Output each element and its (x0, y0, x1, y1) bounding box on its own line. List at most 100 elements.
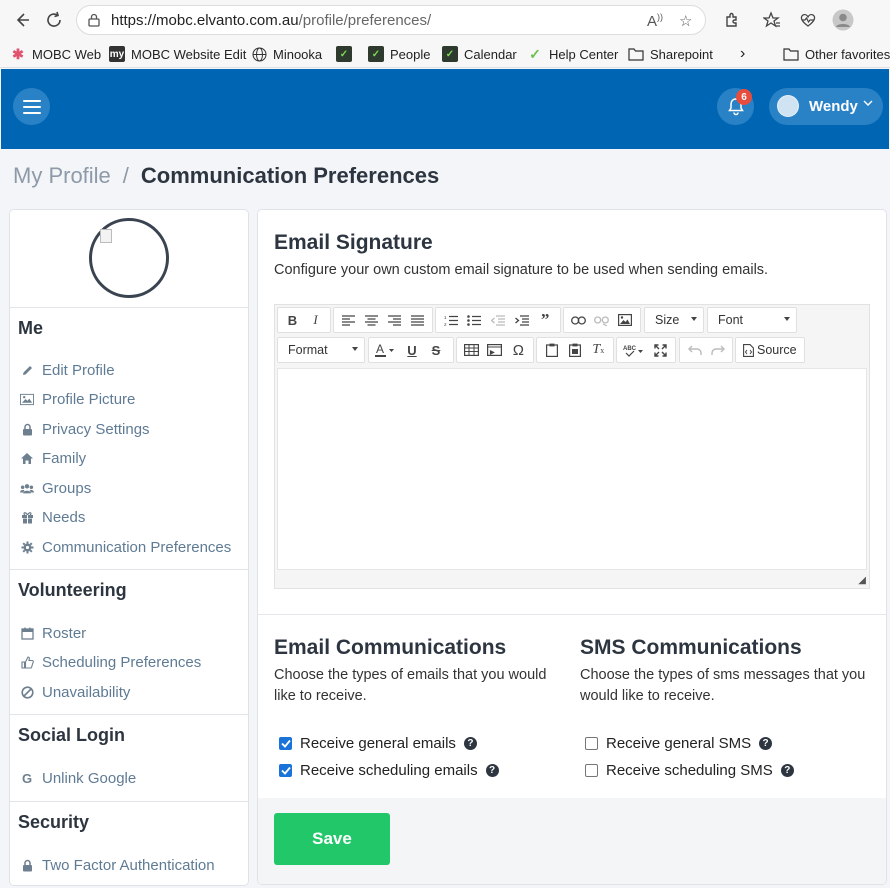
thumbs-up-icon (20, 655, 34, 669)
spellcheck-icon[interactable]: ABC (620, 339, 648, 361)
sidebar-item-communication-preferences[interactable]: Communication Preferences (20, 537, 231, 557)
chevron-down-icon (863, 98, 873, 111)
sidebar-item-roster[interactable]: Roster (20, 623, 86, 643)
general-sms-checkbox[interactable] (585, 737, 598, 750)
profile-avatar-icon[interactable] (831, 8, 855, 32)
toolbar-links (563, 307, 641, 333)
table-icon[interactable] (460, 339, 483, 361)
lock-icon[interactable] (87, 13, 101, 27)
bookmark-people[interactable]: ✓ People (368, 44, 430, 64)
gift-icon (20, 510, 34, 524)
bold-icon[interactable]: B (281, 309, 304, 331)
increase-indent-icon[interactable] (510, 309, 534, 331)
refresh-icon[interactable] (42, 8, 66, 32)
paste-icon[interactable] (540, 339, 563, 361)
user-menu[interactable]: Wendy (769, 88, 883, 125)
favorites-icon[interactable] (760, 8, 784, 32)
remove-format-icon[interactable]: Tx (587, 339, 610, 361)
bookmark-sharepoint[interactable]: Sharepoint (628, 44, 713, 64)
numbered-list-icon[interactable]: 12 (439, 309, 463, 331)
align-center-icon[interactable] (360, 309, 383, 331)
blockquote-icon[interactable]: ” (533, 309, 557, 331)
decrease-indent-icon[interactable] (486, 309, 510, 331)
sidebar-item-two-factor-authentication[interactable]: Two Factor Authentication (20, 855, 215, 875)
divider (10, 714, 248, 715)
link-icon[interactable] (567, 309, 590, 331)
signature-editor-area[interactable] (277, 368, 867, 570)
save-button[interactable]: Save (274, 813, 390, 865)
sidebar-item-needs[interactable]: Needs (20, 507, 85, 527)
svg-text:A: A (376, 343, 384, 356)
align-justify-icon[interactable] (406, 309, 429, 331)
toolbar-lists: 12 ” (435, 307, 561, 333)
underline-icon[interactable]: U (400, 339, 424, 361)
back-icon[interactable] (10, 8, 34, 32)
help-question-icon[interactable]: ? (780, 764, 794, 777)
email-communications-description: Choose the types of emails that you woul… (274, 667, 547, 704)
sidebar-item-scheduling-preferences[interactable]: Scheduling Preferences (20, 652, 201, 672)
redo-icon[interactable] (706, 339, 729, 361)
favorite-star-icon[interactable]: ☆ (679, 12, 692, 30)
menu-hamburger-icon[interactable] (13, 88, 50, 125)
extensions-icon[interactable] (720, 8, 744, 32)
undo-icon[interactable] (683, 339, 706, 361)
folder-icon (783, 46, 799, 62)
option-receive-general-emails: Receive general emails ? (279, 735, 477, 752)
bookmark-mobc-website-edit[interactable]: my MOBC Website Edit (109, 44, 246, 64)
resize-grip-icon[interactable]: ◢ (858, 575, 866, 586)
sms-communications-heading: SMS Communications (580, 636, 802, 659)
source-button[interactable]: Source (735, 337, 805, 363)
help-question-icon[interactable]: ? (485, 764, 499, 777)
bookmark-other-favorites[interactable]: Other favorites (783, 44, 890, 64)
general-emails-checkbox[interactable] (279, 737, 292, 750)
sidebar-item-groups[interactable]: Groups (20, 478, 91, 498)
format-select[interactable]: Format (277, 337, 365, 363)
font-family-select[interactable]: Font (707, 307, 797, 333)
bookmark-mobc-web[interactable]: ✱ MOBC Web (10, 44, 101, 64)
unlink-icon[interactable] (590, 309, 613, 331)
breadcrumb: My Profile / Communication Preferences (13, 163, 439, 189)
sidebar-item-unavailability[interactable]: Unavailability (20, 682, 130, 702)
toolbar-history (679, 337, 733, 363)
special-character-icon[interactable]: Ω (507, 339, 530, 361)
maximize-icon[interactable] (648, 339, 672, 361)
media-embed-icon[interactable]: ▶ (483, 339, 506, 361)
scheduling-emails-checkbox[interactable] (279, 764, 292, 777)
strikethrough-icon[interactable]: S (424, 339, 448, 361)
help-question-icon[interactable]: ? (759, 737, 773, 750)
browser-essentials-icon[interactable] (796, 8, 820, 32)
bookmark-calendar[interactable]: ✓ Calendar (442, 44, 517, 64)
breadcrumb-my-profile[interactable]: My Profile (13, 163, 111, 188)
bookmark-help-center[interactable]: ✓ Help Center (527, 44, 618, 64)
calendar-icon (20, 626, 34, 640)
image-icon[interactable] (614, 309, 637, 331)
divider (258, 614, 886, 615)
font-size-select[interactable]: Size (644, 307, 704, 333)
elvanto-check-icon: ✓ (336, 46, 352, 62)
divider (10, 569, 248, 570)
paste-from-word-icon[interactable] (563, 339, 586, 361)
more-bookmarks-chevron-icon[interactable]: › (740, 44, 745, 64)
text-color-icon[interactable]: A (372, 339, 400, 361)
sidebar-item-edit-profile[interactable]: Edit Profile (20, 360, 115, 380)
address-bar[interactable]: https://mobc.elvanto.com.au/profile/pref… (76, 5, 706, 35)
italic-icon[interactable]: I (304, 309, 327, 331)
sidebar-item-privacy-settings[interactable]: Privacy Settings (20, 419, 150, 439)
notification-count-badge: 6 (736, 89, 752, 105)
bulleted-list-icon[interactable] (463, 309, 487, 331)
sidebar-item-family[interactable]: Family (20, 448, 86, 468)
align-right-icon[interactable] (383, 309, 406, 331)
preferences-panel: Email Signature Configure your own custo… (257, 209, 887, 885)
gear-icon (20, 540, 34, 554)
sidebar-item-unlink-google[interactable]: G Unlink Google (20, 768, 136, 788)
svg-text:▶: ▶ (489, 349, 495, 356)
bookmarks-bar: ✱ MOBC Web my MOBC Website Edit Minooka … (0, 40, 890, 68)
sidebar-item-profile-picture[interactable]: Profile Picture (20, 389, 135, 409)
read-aloud-icon[interactable]: A)) (647, 12, 663, 30)
folder-icon (628, 46, 644, 62)
bookmark-elvanto[interactable]: ✓ (336, 44, 358, 64)
bookmark-minooka[interactable]: Minooka (251, 44, 322, 64)
align-left-icon[interactable] (337, 309, 360, 331)
scheduling-sms-checkbox[interactable] (585, 764, 598, 777)
help-question-icon[interactable]: ? (463, 737, 477, 750)
